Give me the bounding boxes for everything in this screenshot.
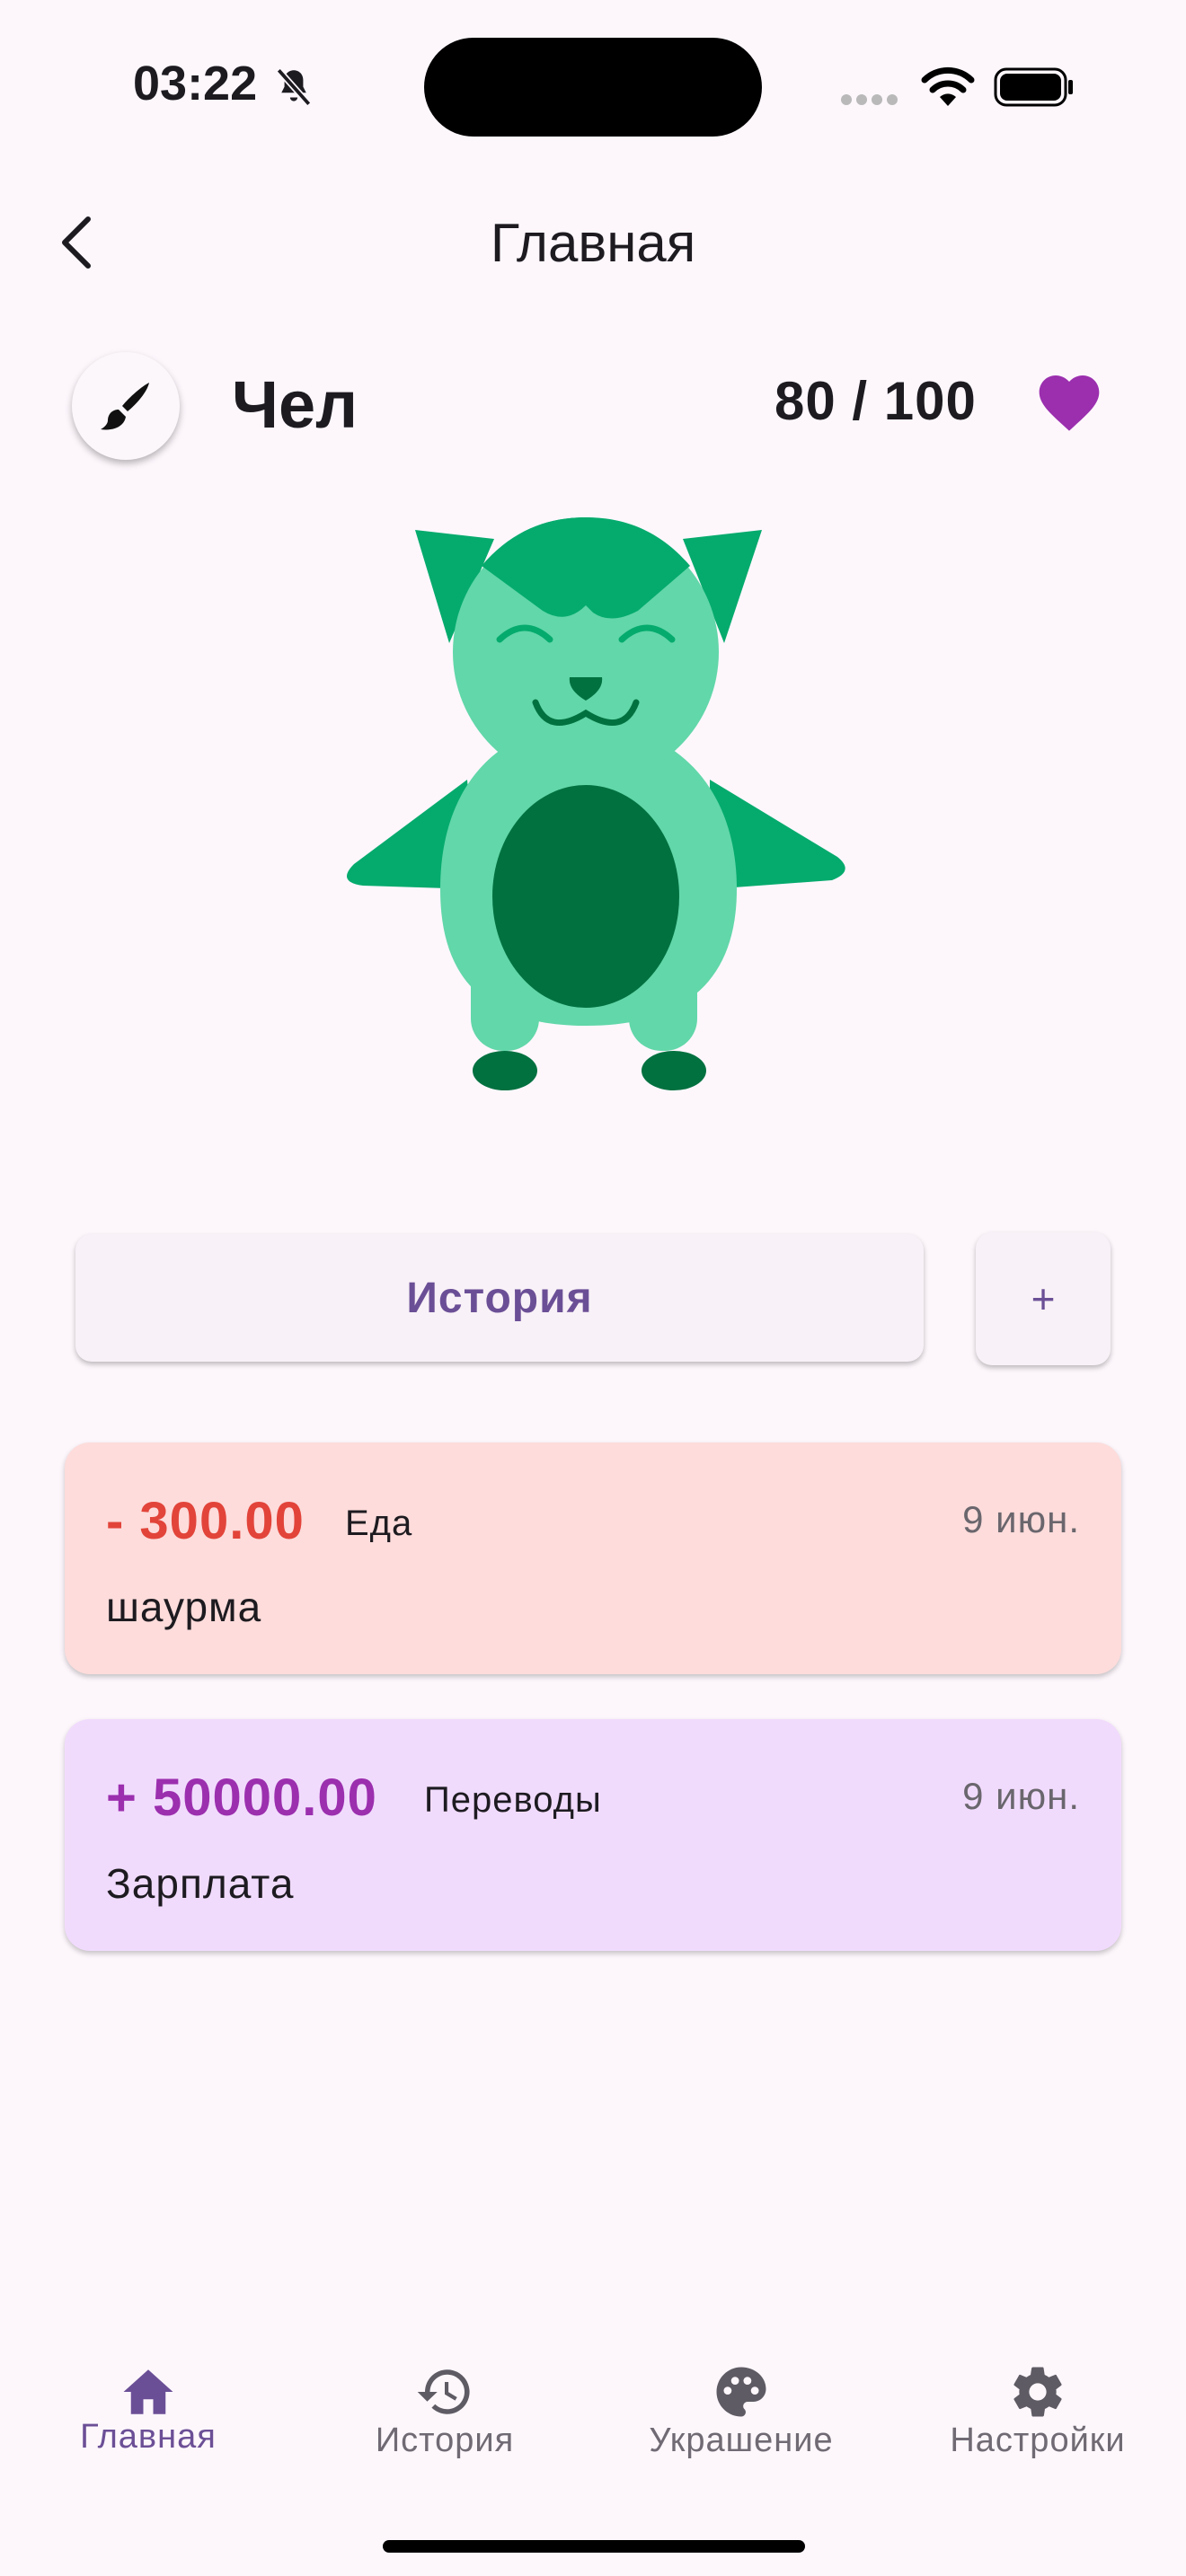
bell-muted-icon bbox=[276, 67, 312, 107]
pet-name: Чел bbox=[232, 367, 358, 442]
transaction-date: 9 июн. bbox=[962, 1775, 1080, 1817]
home-icon bbox=[123, 2369, 173, 2414]
add-transaction-button[interactable]: + bbox=[976, 1232, 1111, 1365]
gear-icon bbox=[1013, 2367, 1062, 2417]
health-counter: 80 / 100 bbox=[774, 371, 977, 431]
customize-brush-button[interactable] bbox=[72, 352, 180, 460]
transaction-category: Еда bbox=[345, 1504, 413, 1543]
transaction-category: Переводы bbox=[424, 1780, 602, 1820]
nav-label-history: История bbox=[375, 2422, 515, 2459]
status-time: 03:22 bbox=[133, 57, 258, 110]
transaction-card[interactable]: - 300.00 Еда 9 июн. шаурма bbox=[65, 1442, 1121, 1674]
transaction-amount: + 50000.00 bbox=[106, 1769, 377, 1827]
transaction-card[interactable]: + 50000.00 Переводы 9 июн. Зарплата bbox=[65, 1719, 1121, 1951]
dynamic-island bbox=[424, 38, 762, 137]
nav-label-decoration: Украшение bbox=[649, 2422, 834, 2459]
transaction-description: шаурма bbox=[106, 1584, 262, 1630]
pet-illustration bbox=[347, 517, 845, 1090]
home-indicator bbox=[383, 2540, 805, 2553]
transaction-description: Зарплата bbox=[106, 1860, 295, 1907]
transaction-amount: - 300.00 bbox=[106, 1492, 305, 1550]
history-button[interactable]: История bbox=[75, 1234, 924, 1362]
heart-icon bbox=[1039, 375, 1100, 431]
transaction-date: 9 июн. bbox=[962, 1498, 1080, 1540]
wifi-icon bbox=[921, 66, 975, 106]
brush-icon bbox=[101, 383, 149, 430]
battery-icon bbox=[994, 67, 1073, 107]
nav-label-home: Главная bbox=[80, 2418, 217, 2456]
pet-belly bbox=[492, 785, 679, 1008]
history-icon bbox=[417, 2369, 470, 2414]
signal-dots-icon bbox=[841, 93, 902, 110]
palette-icon bbox=[716, 2367, 766, 2417]
nav-label-settings: Настройки bbox=[950, 2422, 1126, 2459]
bottom-navigation: Главная История Украшение Настройки bbox=[0, 2326, 1186, 2576]
page-title: Главная bbox=[490, 213, 696, 273]
